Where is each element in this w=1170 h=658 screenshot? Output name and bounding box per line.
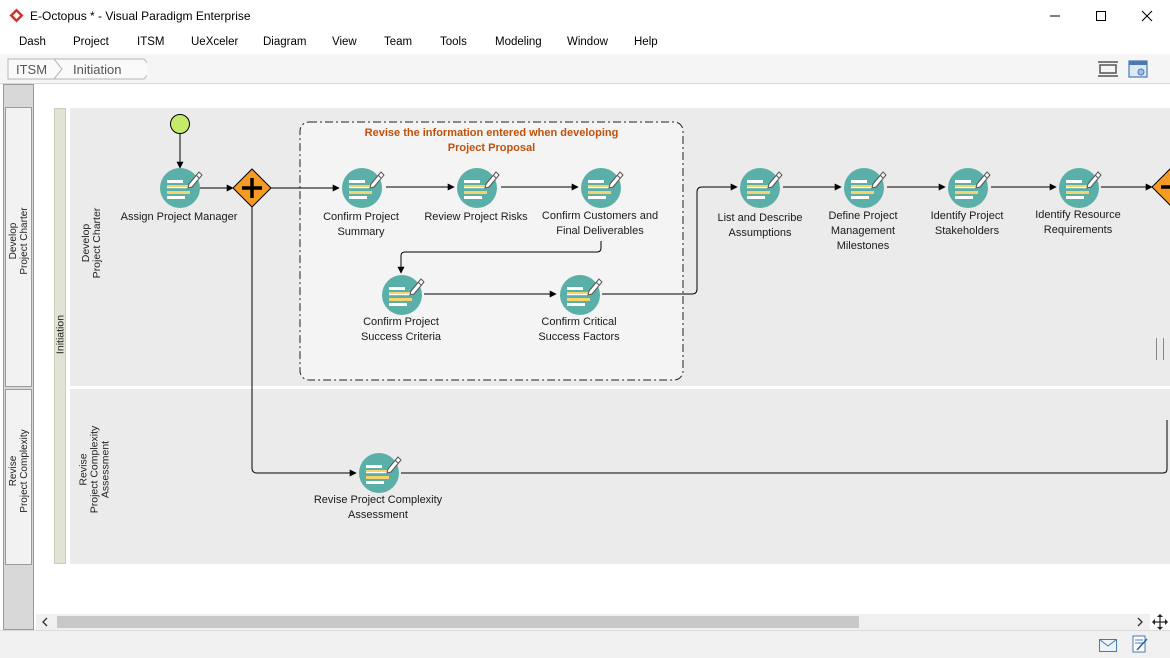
task-identify-resource-requirements[interactable] [1057, 166, 1101, 210]
app-logo-icon [9, 8, 24, 23]
breadcrumb-initiation[interactable]: Initiation [73, 58, 121, 80]
lane-header-develop-line2: Project Charter [19, 207, 30, 275]
pan-move-icon[interactable] [1152, 614, 1168, 630]
menu-bar: Dash Project ITSM UeXceler Diagram View … [0, 32, 1170, 54]
task-label-line: Revise Project Complexity [313, 494, 443, 506]
menu-window[interactable]: Window [567, 36, 608, 48]
task-label-line: Management [830, 225, 896, 237]
task-label-line: Review Project Risks [424, 211, 528, 223]
task-assign-project-manager[interactable] [158, 166, 202, 210]
task-label-revise-complexity: Revise Project Complexity Assessment [314, 493, 442, 523]
menu-team[interactable]: Team [384, 36, 412, 48]
menu-project[interactable]: Project [73, 36, 109, 48]
scrollbar-thumb[interactable] [57, 616, 859, 628]
task-list-describe-assumptions[interactable] [738, 166, 782, 210]
task-label-line: Confirm Project [323, 211, 399, 223]
close-icon [1141, 10, 1153, 22]
diagram-navigator-icon[interactable] [1127, 59, 1149, 79]
menu-modeling[interactable]: Modeling [495, 36, 542, 48]
task-label-confirm-summary: Confirm Project Summary [323, 210, 399, 240]
window-title: E-Octopus * - Visual Paradigm Enterprise [30, 9, 251, 23]
group-label[interactable]: Revise the information entered when deve… [300, 126, 683, 156]
scroll-right-icon[interactable] [1135, 617, 1145, 627]
task-define-milestones[interactable] [842, 166, 886, 210]
pool-initiation-label: Initiation [54, 314, 67, 355]
lane-develop-label-line2: Project Charter [91, 207, 103, 279]
task-label-list-assumptions: List and Describe Assumptions [718, 211, 803, 241]
menu-diagram[interactable]: Diagram [263, 36, 306, 48]
menu-dash[interactable]: Dash [19, 36, 46, 48]
lane-header-revise[interactable]: Revise Project Complexity [5, 389, 32, 565]
lane-header-develop[interactable]: Develop Project Charter [5, 107, 32, 387]
task-revise-project-complexity[interactable] [357, 451, 401, 495]
task-confirm-success-criteria[interactable] [380, 273, 424, 317]
task-label-review-risks: Review Project Risks [424, 210, 527, 225]
lane-revise-label-line3: Assessment [99, 440, 112, 499]
menu-uexceler[interactable]: UeXceler [191, 36, 238, 48]
mail-icon[interactable] [1099, 639, 1117, 652]
task-label-line: Define Project [828, 210, 898, 222]
notes-edit-icon[interactable] [1132, 635, 1148, 653]
task-label-line: Success Factors [538, 331, 620, 343]
menu-view[interactable]: View [332, 36, 357, 48]
task-label-line: Success Criteria [360, 331, 442, 343]
horizontal-scrollbar[interactable] [36, 614, 1150, 630]
pool-initiation[interactable]: Initiation [54, 108, 67, 564]
menu-help[interactable]: Help [634, 36, 658, 48]
lane-revise-project-complexity[interactable]: Revise Project Complexity Assessment [70, 389, 1170, 564]
task-label-line: Requirements [1043, 224, 1113, 236]
task-label-line: Assign Project Manager [120, 211, 238, 223]
task-label-line: Milestones [836, 240, 890, 252]
task-label-identify-stakeholders: Identify Project Stakeholders [931, 209, 1004, 239]
title-bar: E-Octopus * - Visual Paradigm Enterprise [0, 0, 1170, 32]
breadcrumb-itsm[interactable]: ITSM [16, 58, 47, 80]
task-label-line: Assumptions [728, 227, 792, 239]
task-label-line: Final Deliverables [556, 225, 644, 237]
task-label-line: Stakeholders [934, 225, 1000, 237]
minimize-icon [1050, 15, 1060, 17]
task-label-line: Assessment [348, 509, 408, 521]
vertical-splitter-grip[interactable] [1156, 338, 1164, 360]
lane-header-revise-line1: Revise [8, 455, 19, 487]
fit-diagram-icon[interactable] [1097, 59, 1119, 79]
task-label-confirm-csf: Confirm Critical Success Factors [538, 315, 619, 345]
lane-header-develop-line1: Develop [8, 222, 19, 260]
task-label-confirm-success: Confirm Project Success Criteria [361, 315, 441, 345]
breadcrumb-bar: ITSM Initiation [0, 54, 1170, 84]
scroll-left-icon[interactable] [40, 617, 50, 627]
task-identify-stakeholders[interactable] [946, 166, 990, 210]
task-confirm-project-summary[interactable] [340, 166, 384, 210]
lane-header-revise-line2: Project Complexity [19, 429, 30, 513]
maximize-button[interactable] [1078, 0, 1124, 32]
task-confirm-customers[interactable] [579, 166, 623, 210]
task-label-line: Identify Project [930, 210, 1004, 222]
lane-header-column: Develop Project Charter Revise Project C… [3, 84, 34, 630]
maximize-icon [1096, 11, 1106, 21]
close-button[interactable] [1124, 0, 1170, 32]
task-label-line: Summary [337, 226, 385, 238]
task-label-line: List and Describe [717, 212, 803, 224]
task-review-project-risks[interactable] [455, 166, 499, 210]
status-bar [0, 630, 1170, 658]
task-label-confirm-customers: Confirm Customers and Final Deliverables [542, 209, 658, 239]
task-label-identify-resources: Identify Resource Requirements [1035, 208, 1121, 238]
task-label-line: Confirm Project [363, 316, 439, 328]
task-label-line: Identify Resource [1035, 209, 1121, 221]
task-label-assign-pm: Assign Project Manager [121, 210, 238, 225]
group-label-line2: Project Proposal [447, 142, 536, 154]
menu-itsm[interactable]: ITSM [137, 36, 164, 48]
task-label-line: Confirm Customers and [541, 210, 659, 222]
menu-tools[interactable]: Tools [440, 36, 467, 48]
task-label-line: Confirm Critical [541, 316, 617, 328]
task-confirm-critical-success-factors[interactable] [558, 273, 602, 317]
minimize-button[interactable] [1032, 0, 1078, 32]
task-label-define-milestones: Define Project Management Milestones [828, 209, 897, 254]
group-label-line1: Revise the information entered when deve… [364, 127, 619, 139]
